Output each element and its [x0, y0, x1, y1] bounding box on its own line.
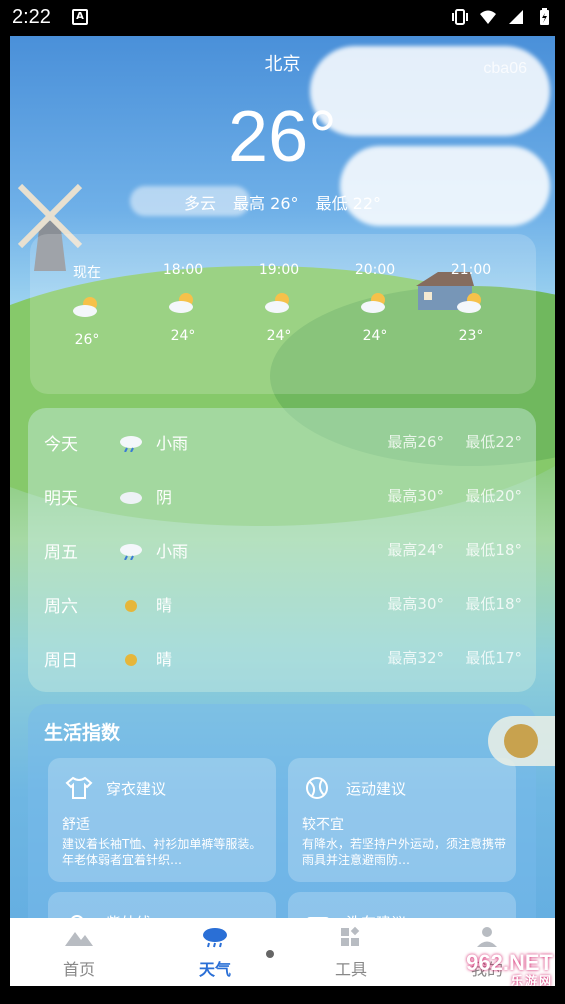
- day-high: 最高32°: [387, 649, 444, 667]
- hourly-item: 现在 26°: [52, 262, 122, 348]
- vibrate-icon: [452, 9, 468, 25]
- day-condition: 阴: [156, 488, 173, 507]
- day-condition: 晴: [156, 596, 173, 615]
- person-icon: [477, 927, 497, 947]
- signal-icon: [509, 10, 523, 24]
- current-temperature: 26°: [228, 97, 337, 177]
- hourly-item: 21:00 23°: [436, 262, 506, 344]
- daily-row[interactable]: 明天 阴 最高30° 最低20°: [28, 470, 536, 522]
- grid-icon: [341, 926, 360, 946]
- day-label: 周日: [44, 651, 78, 671]
- sunny-icon: [125, 600, 137, 612]
- tab-tools[interactable]: 工具: [306, 924, 396, 980]
- tab-label: 天气: [198, 960, 231, 979]
- card-description: 有降水，若坚持户外运动，须注意携带雨具并注意避雨防…: [302, 837, 507, 867]
- hourly-time: 18:00: [162, 262, 204, 278]
- clock: 2:22: [12, 6, 51, 28]
- day-low: 最低18°: [465, 541, 522, 559]
- hourly-temp: 23°: [458, 328, 484, 344]
- partly-cloudy-icon: [265, 293, 289, 313]
- hourly-temp: 24°: [362, 328, 388, 344]
- current-condition: 多云: [183, 194, 216, 213]
- person-icon: [504, 724, 538, 758]
- life-index-title: 生活指数: [44, 722, 121, 744]
- floating-action-button[interactable]: [488, 716, 555, 766]
- mountain-icon: [65, 932, 93, 946]
- tab-weather[interactable]: 天气: [170, 924, 260, 980]
- partly-cloudy-icon: [169, 293, 193, 313]
- day-label: 今天: [44, 435, 78, 455]
- battery-icon: [540, 8, 549, 25]
- hourly-time: 20:00: [354, 262, 396, 278]
- card-description: 建议着长袖T恤、衬衫加单裤等服装。年老体弱者宜着针织…: [62, 837, 262, 867]
- hourly-item: 19:00 24°: [244, 262, 314, 344]
- tab-label: 首页: [62, 960, 95, 979]
- card-title: 穿衣建议: [106, 780, 167, 798]
- hourly-time: 19:00: [258, 262, 300, 278]
- day-label: 周五: [44, 543, 78, 563]
- day-label: 明天: [44, 489, 78, 509]
- site-watermark-logo: 962.NET 乐游网: [466, 950, 553, 989]
- hourly-time: 现在: [73, 265, 101, 281]
- hourly-time: 21:00: [450, 262, 492, 278]
- ball-icon: [306, 777, 328, 799]
- status-bar: 2:22 A: [0, 0, 565, 36]
- light-rain-icon: [120, 436, 142, 452]
- partly-cloudy-icon: [73, 297, 97, 317]
- partly-cloudy-icon: [457, 293, 481, 313]
- weather-screen: 北京 cba06 26° 多云 最高 26° 最低 22° 现在 26° 18:…: [10, 36, 555, 1004]
- day-condition: 小雨: [156, 434, 189, 453]
- city-name[interactable]: 北京: [10, 50, 555, 76]
- day-condition: 晴: [156, 650, 173, 669]
- hourly-temp: 24°: [266, 328, 292, 344]
- hourly-item: 20:00 24°: [340, 262, 410, 344]
- day-high: 最高26°: [387, 433, 444, 451]
- tab-indicator-dot: [266, 950, 274, 958]
- card-title: 运动建议: [346, 780, 407, 798]
- card-value: 舒适: [62, 817, 90, 833]
- day-high: 最高30°: [387, 487, 444, 505]
- wifi-icon: [480, 10, 496, 24]
- notification-icon: A: [72, 9, 88, 25]
- hourly-item: 18:00 24°: [148, 262, 218, 344]
- daily-row[interactable]: 周日 晴 最高32° 最低17°: [28, 632, 536, 684]
- hourly-forecast[interactable]: 现在 26° 18:00 24° 19:00 24° 20:00 24° 21:…: [30, 234, 536, 394]
- day-low: 最低20°: [465, 487, 522, 505]
- sport-advice-card[interactable]: 运动建议 较不宜 有降水，若坚持户外运动，须注意携带雨具并注意避雨防…: [288, 758, 516, 882]
- card-value: 较不宜: [302, 817, 344, 833]
- day-low: 最低17°: [465, 649, 522, 667]
- day-condition: 小雨: [156, 542, 189, 561]
- day-label: 周六: [44, 597, 78, 617]
- clothing-advice-card[interactable]: 穿衣建议 舒适 建议着长袖T恤、衬衫加单裤等服装。年老体弱者宜着针织…: [48, 758, 276, 882]
- hourly-temp: 26°: [74, 332, 100, 348]
- overcast-icon: [120, 492, 142, 504]
- weather-summary: 多云 最高 26° 最低 22°: [10, 190, 555, 214]
- daily-row[interactable]: 今天 小雨 最高26° 最低22°: [28, 416, 536, 468]
- rain-cloud-icon: [203, 928, 227, 948]
- daily-row[interactable]: 周五 小雨 最高24° 最低18°: [28, 524, 536, 576]
- light-rain-icon: [120, 544, 142, 560]
- tab-label: 工具: [334, 960, 367, 979]
- daily-forecast: 今天 小雨 最高26° 最低22° 明天 阴 最高30° 最低20° 周五 小雨…: [28, 408, 536, 692]
- day-high: 最高30°: [387, 595, 444, 613]
- sunny-icon: [125, 654, 137, 666]
- today-high: 最高 26°: [233, 194, 299, 213]
- system-nav-bar: [0, 986, 565, 1004]
- today-low: 最低 22°: [315, 194, 382, 213]
- tshirt-icon: [65, 776, 93, 799]
- hourly-temp: 24°: [170, 328, 196, 344]
- day-low: 最低18°: [465, 595, 522, 613]
- day-high: 最高24°: [387, 541, 444, 559]
- tab-home[interactable]: 首页: [34, 924, 124, 980]
- watermark-text: cba06: [483, 60, 527, 77]
- daily-row[interactable]: 周六 晴 最高30° 最低18°: [28, 578, 536, 630]
- partly-cloudy-icon: [361, 293, 385, 313]
- day-low: 最低22°: [465, 433, 522, 451]
